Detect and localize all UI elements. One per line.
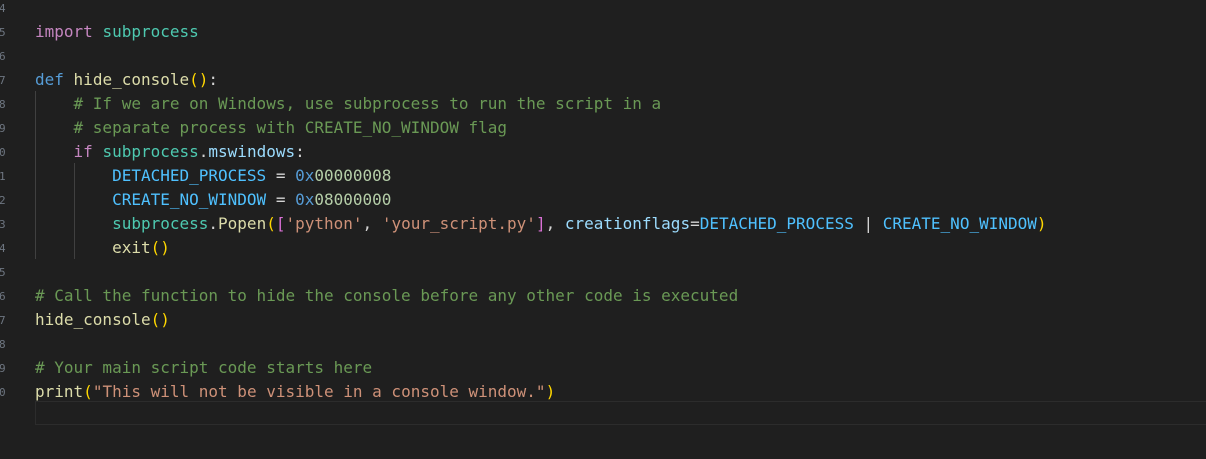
- line-number: 9: [0, 122, 6, 135]
- code-token: CREATE_NO_WINDOW: [882, 214, 1037, 233]
- line-number: 1: [0, 170, 6, 183]
- code-token: =: [266, 190, 296, 209]
- code-token: (): [189, 70, 209, 89]
- code-token: subprocess: [102, 22, 199, 41]
- line-number: 5: [0, 266, 6, 279]
- code-token: 'your_script.py': [381, 214, 536, 233]
- code-line[interactable]: exit(): [35, 236, 170, 260]
- code-token: # Your main script code starts here: [35, 358, 373, 377]
- line-number: 8: [0, 338, 6, 351]
- line-number: 0: [0, 146, 6, 159]
- code-token: ): [545, 382, 556, 401]
- code-line[interactable]: print("This will not be visible in a con…: [35, 380, 555, 404]
- line-number: 3: [0, 218, 6, 231]
- line-number: 6: [0, 290, 6, 303]
- code-token: subprocess: [112, 214, 209, 233]
- code-token: 00000008: [314, 166, 392, 185]
- code-token: 'python': [285, 214, 363, 233]
- code-line[interactable]: import subprocess: [35, 20, 199, 44]
- code-token: 0x: [295, 190, 315, 209]
- line-number: 4: [0, 242, 6, 255]
- code-line[interactable]: # Your main script code starts here: [35, 356, 372, 380]
- code-token: 0x: [295, 166, 315, 185]
- code-token: :: [295, 142, 305, 161]
- code-line[interactable]: CREATE_NO_WINDOW = 0x08000000: [35, 188, 391, 212]
- code-token: # separate process with CREATE_NO_WINDOW…: [35, 118, 508, 137]
- line-number: 7: [0, 314, 6, 327]
- code-editor[interactable]: 4 5 6 7 8 9 0 1 2 3 4 5 6 7 8 9 0 import subprocess def h…: [0, 0, 1206, 459]
- code-line[interactable]: def hide_console():: [35, 68, 218, 92]
- code-token: 08000000: [314, 190, 392, 209]
- code-token: CREATE_NO_WINDOW: [112, 190, 267, 209]
- code-token: ): [1036, 214, 1047, 233]
- code-line[interactable]: hide_console(): [35, 308, 170, 332]
- code-token: ,: [362, 214, 382, 233]
- code-token: def: [35, 70, 64, 89]
- code-token: # If we are on Windows, use subprocess t…: [35, 94, 662, 113]
- line-number-gutter: 4 5 6 7 8 9 0 1 2 3 4 5 6 7 8 9 0: [0, 0, 8, 459]
- code-token: .: [208, 214, 219, 233]
- code-token: (): [150, 310, 170, 329]
- code-token: "This will not be visible in a console w…: [92, 382, 546, 401]
- code-token: =: [266, 166, 296, 185]
- code-token: hide_console: [35, 310, 151, 329]
- code-token: .: [198, 142, 209, 161]
- code-token: =: [690, 214, 700, 233]
- code-token: :: [208, 70, 219, 89]
- code-token: exit: [112, 238, 151, 257]
- code-token: hide_console: [73, 70, 190, 89]
- code-token: creationflags: [564, 214, 691, 233]
- code-token: mswindows: [208, 142, 296, 161]
- code-line[interactable]: subprocess.Popen(['python', 'your_script…: [35, 212, 1047, 236]
- code-token: DETACHED_PROCESS: [112, 166, 267, 185]
- code-line[interactable]: DETACHED_PROCESS = 0x00000008: [35, 164, 391, 188]
- line-number: 5: [0, 26, 6, 39]
- line-number: 2: [0, 194, 6, 207]
- code-token: import: [35, 22, 93, 41]
- line-number: 4: [0, 2, 6, 15]
- line-number: 7: [0, 74, 6, 87]
- code-token: # Call the function to hide the console …: [35, 286, 739, 305]
- code-token: ]: [535, 214, 546, 233]
- line-number: 8: [0, 98, 6, 111]
- code-token: (: [83, 382, 93, 401]
- code-token: ,: [545, 214, 565, 233]
- code-token: DETACHED_PROCESS: [699, 214, 854, 233]
- code-token: subprocess: [102, 142, 199, 161]
- code-token: print: [35, 382, 84, 401]
- code-token: if: [73, 142, 93, 161]
- code-token: Popen: [218, 214, 267, 233]
- code-line[interactable]: # Call the function to hide the console …: [35, 284, 738, 308]
- line-number: 0: [0, 386, 6, 399]
- code-token: |: [853, 214, 883, 233]
- code-line[interactable]: if subprocess.mswindows:: [35, 140, 305, 164]
- code-line[interactable]: # If we are on Windows, use subprocess t…: [35, 92, 662, 116]
- code-token: (: [266, 214, 276, 233]
- code-token: (): [150, 238, 170, 257]
- line-number: 9: [0, 362, 6, 375]
- code-line[interactable]: # separate process with CREATE_NO_WINDOW…: [35, 116, 507, 140]
- line-number: 6: [0, 50, 6, 63]
- current-line-highlight: [35, 401, 1206, 425]
